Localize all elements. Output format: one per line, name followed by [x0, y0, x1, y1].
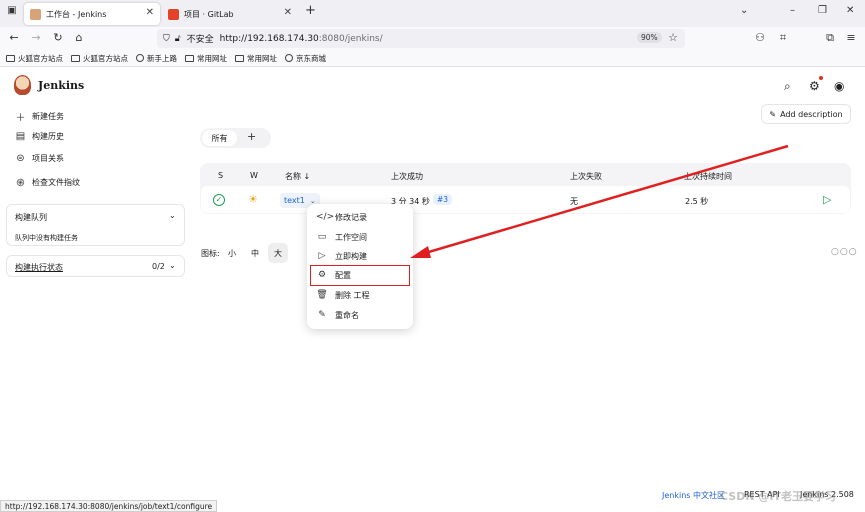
arrow-head	[410, 246, 431, 258]
annotation-arrow	[410, 144, 789, 258]
footer-community-link[interactable]: Jenkins 中文社区	[662, 490, 725, 501]
watermark: CSDN @IT老王要学习	[720, 490, 836, 503]
arrow-shaft	[421, 144, 789, 256]
status-url: http://192.168.174.30:8080/jenkins/job/t…	[5, 501, 213, 511]
link-preview-statusbar: http://192.168.174.30:8080/jenkins/job/t…	[0, 500, 218, 512]
